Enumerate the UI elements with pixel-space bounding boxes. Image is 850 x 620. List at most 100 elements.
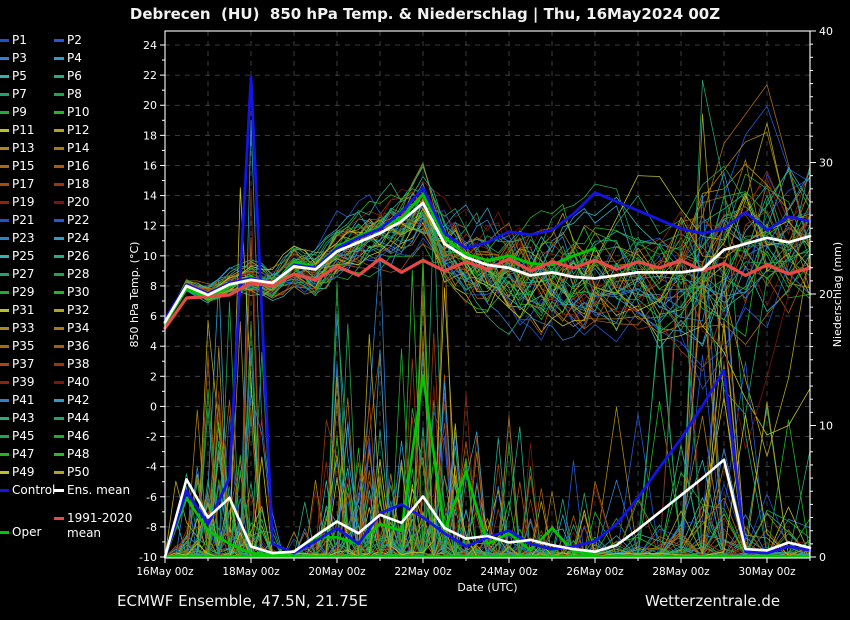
legend-item-p37: P37	[0, 357, 35, 372]
legend-item-p49: P49	[0, 465, 35, 480]
legend-item-p39-label: P39	[12, 375, 35, 390]
legend-item-p47-swatch	[0, 453, 9, 456]
legend-item-p31: P31	[0, 303, 35, 318]
legend-item-p2-label: P2	[67, 33, 82, 48]
legend-item-p4-swatch	[54, 57, 64, 60]
legend-item-p5-swatch	[0, 75, 9, 78]
legend-item-p14: P14	[54, 141, 90, 156]
legend-item-p36-label: P36	[67, 339, 90, 354]
legend-item-p34-label: P34	[67, 321, 90, 336]
svg-text:18May 00z: 18May 00z	[222, 566, 280, 578]
legend-item-p27-swatch	[0, 273, 9, 276]
legend-item-p25-swatch	[0, 255, 9, 258]
legend-item-p30-swatch	[54, 291, 64, 294]
legend-item-p38-swatch	[54, 363, 64, 366]
legend-item-p20-label: P20	[67, 195, 90, 210]
legend-item-p25: P25	[0, 249, 35, 264]
legend-item-p32-swatch	[54, 309, 64, 312]
legend-item-p33-swatch	[0, 327, 9, 330]
site-credit: Wetterzentrale.de	[645, 592, 780, 610]
legend-item-p12-label: P12	[67, 123, 90, 138]
legend-item-p48-label: P48	[67, 447, 90, 462]
legend-item-p27-label: P27	[12, 267, 35, 282]
legend-item-p5-label: P5	[12, 69, 27, 84]
legend-item-p48-swatch	[54, 453, 64, 456]
legend-item-p13: P13	[0, 141, 35, 156]
legend-item-p50-swatch	[54, 471, 64, 474]
legend-item-p42-label: P42	[67, 393, 90, 408]
legend-item-p13-swatch	[0, 147, 9, 150]
legend-item-p33-label: P33	[12, 321, 35, 336]
legend-item-p40-label: P40	[67, 375, 90, 390]
legend-item-p29-swatch	[0, 291, 9, 294]
legend-item-p24-label: P24	[67, 231, 90, 246]
legend-item-p11: P11	[0, 123, 35, 138]
legend-item-p8-label: P8	[67, 87, 82, 102]
legend-item-p36: P36	[54, 339, 90, 354]
legend-item-p4: P4	[54, 51, 82, 66]
legend-item-p24: P24	[54, 231, 90, 246]
legend-item-p24-swatch	[54, 237, 64, 240]
ensemble-legend: P1P2P3P4P5P6P7P8P9P10P11P12P13P14P15P16P…	[0, 0, 165, 620]
legend-item-p22-swatch	[54, 219, 64, 222]
legend-item-p26: P26	[54, 249, 90, 264]
legend-item-p17: P17	[0, 177, 35, 192]
legend-item-p23-label: P23	[12, 231, 35, 246]
legend-item-climate-mean-label2: mean	[67, 526, 101, 540]
legend-item-p50: P50	[54, 465, 90, 480]
legend-item-p33: P33	[0, 321, 35, 336]
legend-item-p50-label: P50	[67, 465, 90, 480]
legend-item-p43-swatch	[0, 417, 9, 420]
legend-item-control: Control	[0, 483, 55, 498]
legend-item-p45-swatch	[0, 435, 9, 438]
legend-item-p17-label: P17	[12, 177, 35, 192]
legend-item-p5: P5	[0, 69, 27, 84]
legend-item-p10: P10	[54, 105, 90, 120]
legend-item-p11-label: P11	[12, 123, 35, 138]
legend-item-p18-label: P18	[67, 177, 90, 192]
svg-text:20May 00z: 20May 00z	[308, 566, 366, 578]
legend-item-p30-label: P30	[67, 285, 90, 300]
svg-text:Date (UTC): Date (UTC)	[457, 581, 517, 594]
legend-item-ens-mean: Ens. mean	[54, 483, 130, 498]
legend-item-p21-label: P21	[12, 213, 35, 228]
legend-item-p22-label: P22	[67, 213, 90, 228]
svg-text:30May 00z: 30May 00z	[738, 566, 796, 578]
legend-item-p22: P22	[54, 213, 90, 228]
legend-item-p23-swatch	[0, 237, 9, 240]
legend-item-p30: P30	[54, 285, 90, 300]
svg-text:24May 00z: 24May 00z	[480, 566, 538, 578]
legend-item-p43-label: P43	[12, 411, 35, 426]
legend-item-p1: P1	[0, 33, 27, 48]
legend-item-p44: P44	[54, 411, 90, 426]
legend-item-oper-label: Oper	[12, 525, 41, 540]
legend-item-p15: P15	[0, 159, 35, 174]
legend-item-p37-label: P37	[12, 357, 35, 372]
legend-item-oper-swatch	[0, 531, 9, 534]
legend-item-p7-swatch	[0, 93, 9, 96]
legend-item-p14-swatch	[54, 147, 64, 150]
legend-item-p35-swatch	[0, 345, 9, 348]
legend-item-p21: P21	[0, 213, 35, 228]
legend-item-p20: P20	[54, 195, 90, 210]
legend-item-p45: P45	[0, 429, 35, 444]
svg-text:Niederschlag (mm): Niederschlag (mm)	[831, 242, 844, 347]
legend-item-control-label: Control	[12, 483, 55, 498]
legend-item-p47-label: P47	[12, 447, 35, 462]
legend-item-p10-label: P10	[67, 105, 90, 120]
meteogram-page: -10-8-6-4-202468101214161820222401020304…	[0, 0, 850, 620]
legend-item-p27: P27	[0, 267, 35, 282]
legend-item-p28-swatch	[54, 273, 64, 276]
legend-item-p18: P18	[54, 177, 90, 192]
legend-item-p44-label: P44	[67, 411, 90, 426]
legend-item-p2-swatch	[54, 39, 64, 42]
legend-item-p42: P42	[54, 393, 90, 408]
legend-item-climate-mean-label: 1991-2020mean	[67, 511, 132, 541]
legend-item-p6-swatch	[54, 75, 64, 78]
svg-text:0: 0	[819, 551, 826, 564]
legend-item-p28: P28	[54, 267, 90, 282]
legend-item-p25-label: P25	[12, 249, 35, 264]
legend-item-p28-label: P28	[67, 267, 90, 282]
legend-item-p1-swatch	[0, 39, 9, 42]
legend-item-p49-label: P49	[12, 465, 35, 480]
